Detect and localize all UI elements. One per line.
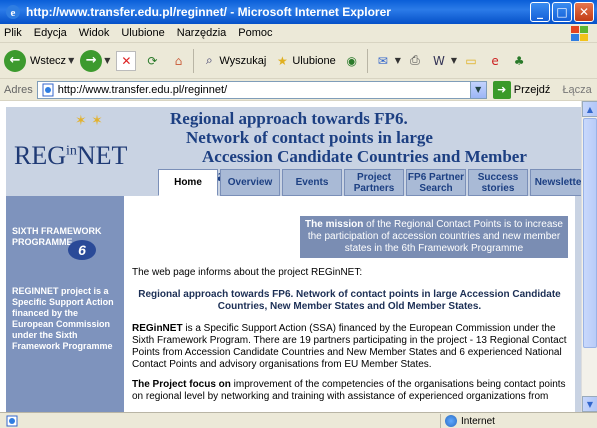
menu-edit[interactable]: Edycja — [34, 27, 67, 39]
refresh-icon[interactable]: ⟳ — [142, 51, 162, 71]
chevron-down-icon[interactable]: ▼ — [469, 81, 486, 98]
vertical-scrollbar[interactable]: ▲ ▼ — [581, 101, 597, 412]
logo-mid: in — [66, 143, 77, 159]
tab-overview[interactable]: Overview — [220, 169, 280, 196]
logo-text: REG — [14, 141, 66, 170]
address-url: http://www.transfer.edu.pl/reginnet/ — [57, 83, 228, 96]
chevron-down-icon[interactable]: ▼ — [395, 56, 401, 65]
tab-fp6-partner-search[interactable]: FP6 Partner Search — [406, 169, 466, 196]
star-icon: ★ — [276, 53, 288, 68]
address-bar: Adres http://www.transfer.edu.pl/reginne… — [0, 79, 597, 101]
para2-bold: The Project focus on — [132, 379, 231, 390]
back-label: Wstecz — [30, 54, 67, 67]
title-bar: e http://www.transfer.edu.pl/reginnet/ -… — [0, 0, 597, 24]
folder-icon[interactable]: ▭ — [461, 51, 481, 71]
mission-box: The mission of the Regional Contact Poin… — [300, 216, 568, 258]
tab-project-partners[interactable]: Project Partners — [344, 169, 404, 196]
main-heading: Regional approach towards FP6. Network o… — [138, 289, 561, 312]
page-icon — [42, 83, 54, 96]
maximize-button[interactable]: □ — [552, 2, 572, 22]
windows-logo-icon — [571, 26, 588, 41]
search-label: Wyszukaj — [219, 54, 267, 67]
menu-tools[interactable]: Narzędzia — [177, 27, 227, 39]
main-column: The mission of the Regional Contact Poin… — [124, 196, 575, 412]
intro-text: The web page informs about the project R… — [132, 267, 363, 278]
focus-paragraph: The Project focus on improvement of the … — [132, 379, 567, 403]
tab-events[interactable]: Events — [282, 169, 342, 196]
go-arrow-icon: ➜ — [492, 80, 511, 99]
zone-label: Internet — [461, 415, 495, 427]
links-button[interactable]: Łącza — [562, 84, 591, 96]
forward-button[interactable]: → ▼ — [80, 49, 110, 72]
toolbar-separator — [193, 48, 195, 73]
fp6-logo: 6 — [68, 240, 96, 260]
print-icon[interactable]: ⎙ — [405, 51, 425, 71]
window-title: http://www.transfer.edu.pl/reginnet/ - M… — [26, 5, 391, 19]
page-content: ✶ ✶ REGinNET Regional approach towards F… — [0, 101, 581, 412]
internet-explorer-icon: e — [6, 5, 20, 19]
svg-text:e: e — [11, 7, 16, 19]
security-zone: Internet — [440, 414, 495, 428]
address-input[interactable]: http://www.transfer.edu.pl/reginnet/ ▼ — [36, 80, 487, 99]
scroll-down-icon[interactable]: ▼ — [582, 396, 597, 412]
para1-text: is a Specific Support Action (SSA) finan… — [132, 323, 567, 370]
back-arrow-icon: ← — [4, 49, 26, 72]
site-logo[interactable]: REGinNET — [14, 141, 127, 171]
menu-favorites[interactable]: Ulubione — [121, 27, 164, 39]
messenger-icon[interactable]: ♣ — [509, 51, 529, 71]
tab-newsletter[interactable]: Newsletter — [530, 169, 581, 196]
menu-help[interactable]: Pomoc — [238, 27, 272, 39]
edit-icon[interactable]: W — [429, 51, 449, 71]
chevron-down-icon[interactable]: ▼ — [104, 56, 110, 65]
close-button[interactable]: ✕ — [574, 2, 594, 22]
toolbar: ← Wstecz ▼ → ▼ ✕ ⟳ ⌂ ⌕ Wyszukaj ★ Ulubio… — [0, 43, 597, 79]
chevron-down-icon[interactable]: ▼ — [68, 56, 74, 65]
status-bar: Internet — [0, 412, 597, 428]
site-nav-tabs: Home Overview Events Project Partners FP… — [158, 169, 581, 196]
ebay-icon[interactable]: e — [485, 51, 505, 71]
tab-success-stories[interactable]: Success stories — [468, 169, 528, 196]
media-icon[interactable]: ◉ — [342, 51, 362, 71]
para1-bold: REGinNET — [132, 323, 183, 334]
home-icon[interactable]: ⌂ — [168, 51, 188, 71]
address-label: Adres — [4, 83, 33, 96]
logo-end: NET — [76, 141, 128, 170]
fp6-text: SIXTH FRAMEWORK PROGRAMME — [12, 226, 102, 247]
toolbar-separator — [366, 48, 368, 73]
search-icon: ⌕ — [206, 53, 213, 67]
menu-file[interactable]: Plik — [4, 27, 22, 39]
favorites-button[interactable]: ★ Ulubione — [272, 51, 336, 71]
menu-bar: Plik Edycja Widok Ulubione Narzędzia Pom… — [0, 24, 597, 43]
scroll-thumb[interactable] — [583, 118, 597, 348]
project-description: REGINNET project is a Specific Support A… — [12, 286, 114, 351]
left-sidebar: SIXTH FRAMEWORK PROGRAMME 6 REGINNET pro… — [6, 196, 124, 412]
minimize-button[interactable]: _ — [530, 2, 550, 22]
scroll-up-icon[interactable]: ▲ — [582, 101, 597, 117]
mail-icon[interactable]: ✉ — [373, 51, 393, 71]
headline-line-1: Regional approach towards FP6. — [170, 109, 408, 128]
go-button[interactable]: ➜ Przejdź — [492, 80, 551, 99]
stop-icon[interactable]: ✕ — [116, 50, 137, 71]
reginnet-paragraph: REGinNET is a Specific Support Action (S… — [132, 323, 567, 371]
forward-arrow-icon: → — [80, 49, 103, 72]
mission-bold: The mission — [305, 219, 364, 230]
menu-view[interactable]: Widok — [79, 27, 110, 39]
tab-home[interactable]: Home — [158, 169, 218, 196]
go-label: Przejdź — [513, 83, 551, 96]
favorites-label: Ulubione — [292, 54, 336, 67]
search-button[interactable]: ⌕ Wyszukaj — [199, 51, 266, 71]
page-loaded-icon — [6, 415, 18, 426]
globe-icon — [445, 415, 457, 427]
back-button[interactable]: ← Wstecz ▼ — [4, 49, 74, 72]
chevron-down-icon[interactable]: ▼ — [451, 56, 457, 65]
stars-decoration: ✶ ✶ — [75, 113, 103, 129]
headline-line-2: Network of contact points in large — [186, 128, 433, 147]
